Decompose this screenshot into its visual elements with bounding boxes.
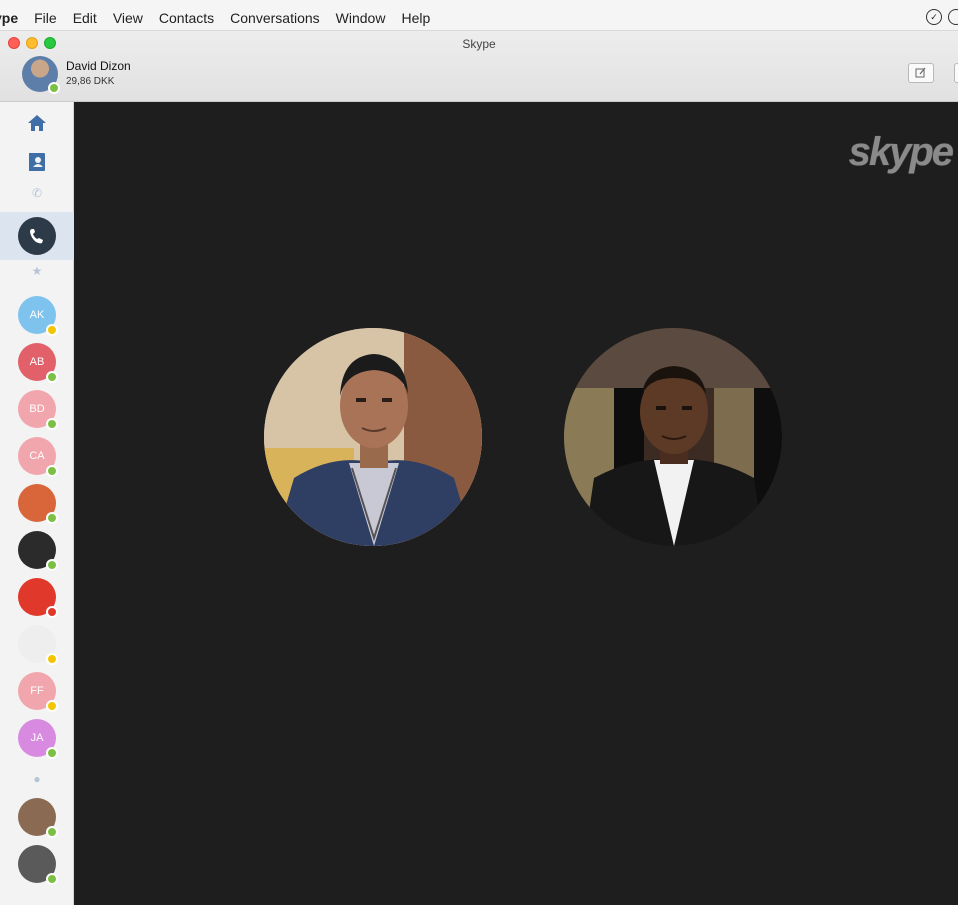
sidebar-item-recent-calls[interactable]: ✆	[0, 186, 74, 200]
avatar	[18, 845, 58, 885]
presence-status-icon	[46, 873, 58, 885]
call-stage: skype	[74, 102, 958, 905]
secondary-toolbar-button[interactable]	[954, 63, 958, 83]
phone-history-icon: ✆	[31, 186, 43, 200]
avatar[interactable]	[22, 56, 60, 94]
presence-status-icon	[46, 371, 58, 383]
presence-status-icon	[46, 700, 58, 712]
profile-name: David Dizon	[66, 59, 131, 73]
avatar: JA	[18, 719, 58, 759]
avatar: AB	[18, 343, 58, 383]
sidebar-contact[interactable]	[0, 798, 74, 838]
avatar	[18, 531, 58, 571]
avatar: FF	[18, 672, 58, 712]
presence-status-icon	[46, 512, 58, 524]
sidebar: ✆ ★ AK AB BD CA FF JA ●	[0, 102, 74, 905]
sidebar-contact[interactable]	[0, 484, 74, 524]
presence-status-icon	[46, 559, 58, 571]
contact-initials: AB	[29, 356, 45, 368]
avatar: AK	[18, 296, 58, 336]
menu-edit[interactable]: Edit	[65, 10, 105, 26]
sidebar-item-divider-icon: ●	[0, 772, 74, 786]
compose-icon	[915, 67, 926, 78]
menu-view[interactable]: View	[105, 10, 151, 26]
presence-status-icon	[46, 606, 58, 618]
online-status-icon	[48, 82, 60, 94]
menu-file[interactable]: File	[26, 10, 65, 26]
home-icon	[27, 114, 47, 138]
menu-contacts[interactable]: Contacts	[151, 10, 222, 26]
sidebar-contact[interactable]	[0, 625, 74, 665]
participant-2-avatar[interactable]	[564, 328, 782, 546]
presence-status-icon	[46, 653, 58, 665]
contact-initials: JA	[30, 732, 44, 744]
avatar: BD	[18, 390, 58, 430]
avatar	[18, 578, 58, 618]
check-circle-icon[interactable]: ✓	[926, 9, 942, 25]
participant-1-avatar[interactable]	[264, 328, 482, 546]
sidebar-item-active-call[interactable]	[0, 212, 74, 260]
sidebar-item-home[interactable]	[0, 114, 74, 138]
avatar	[18, 484, 58, 524]
presence-status-icon	[46, 465, 58, 477]
sidebar-contact[interactable]	[0, 531, 74, 571]
skype-credit: 29,86 DKK	[66, 76, 115, 87]
sidebar-contact[interactable]: CA	[0, 437, 74, 477]
sidebar-contact[interactable]: FF	[0, 672, 74, 712]
menubar-status-icons: ✓	[926, 9, 958, 25]
menu-help[interactable]: Help	[393, 10, 438, 26]
sidebar-item-favorites[interactable]: ★	[0, 264, 74, 278]
compose-button[interactable]	[908, 63, 934, 83]
window-title: Skype	[462, 37, 496, 51]
menu-conversations[interactable]: Conversations	[222, 10, 328, 26]
presence-status-icon	[46, 324, 58, 336]
avatar: CA	[18, 437, 58, 477]
profile-summary[interactable]: David Dizon 29,86 DKK	[22, 56, 131, 94]
contact-initials: FF	[30, 685, 44, 697]
clock-icon: ●	[33, 772, 41, 786]
status-circle-icon[interactable]	[948, 9, 958, 25]
sidebar-contact[interactable]: AK	[0, 296, 74, 336]
phone-icon	[18, 217, 56, 255]
skype-logo: skype	[848, 130, 954, 174]
contact-initials: AK	[29, 309, 45, 321]
contact-initials: BD	[29, 403, 45, 415]
star-icon: ★	[31, 264, 43, 278]
sidebar-contact[interactable]: AB	[0, 343, 74, 383]
menu-skype[interactable]: ype	[0, 10, 26, 26]
presence-status-icon	[46, 418, 58, 430]
window-titlebar: Skype David Dizon 29,86 DKK	[0, 30, 958, 102]
sidebar-item-contacts[interactable]	[0, 152, 74, 178]
presence-status-icon	[46, 747, 58, 759]
sidebar-contact[interactable]	[0, 578, 74, 618]
contact-initials: CA	[29, 450, 45, 462]
sidebar-contact[interactable]: JA	[0, 719, 74, 759]
sidebar-contact[interactable]	[0, 845, 74, 885]
avatar	[18, 798, 58, 838]
presence-status-icon	[46, 826, 58, 838]
sidebar-contact[interactable]: BD	[0, 390, 74, 430]
avatar	[18, 625, 58, 665]
menu-window[interactable]: Window	[328, 10, 394, 26]
address-book-icon	[28, 152, 46, 178]
